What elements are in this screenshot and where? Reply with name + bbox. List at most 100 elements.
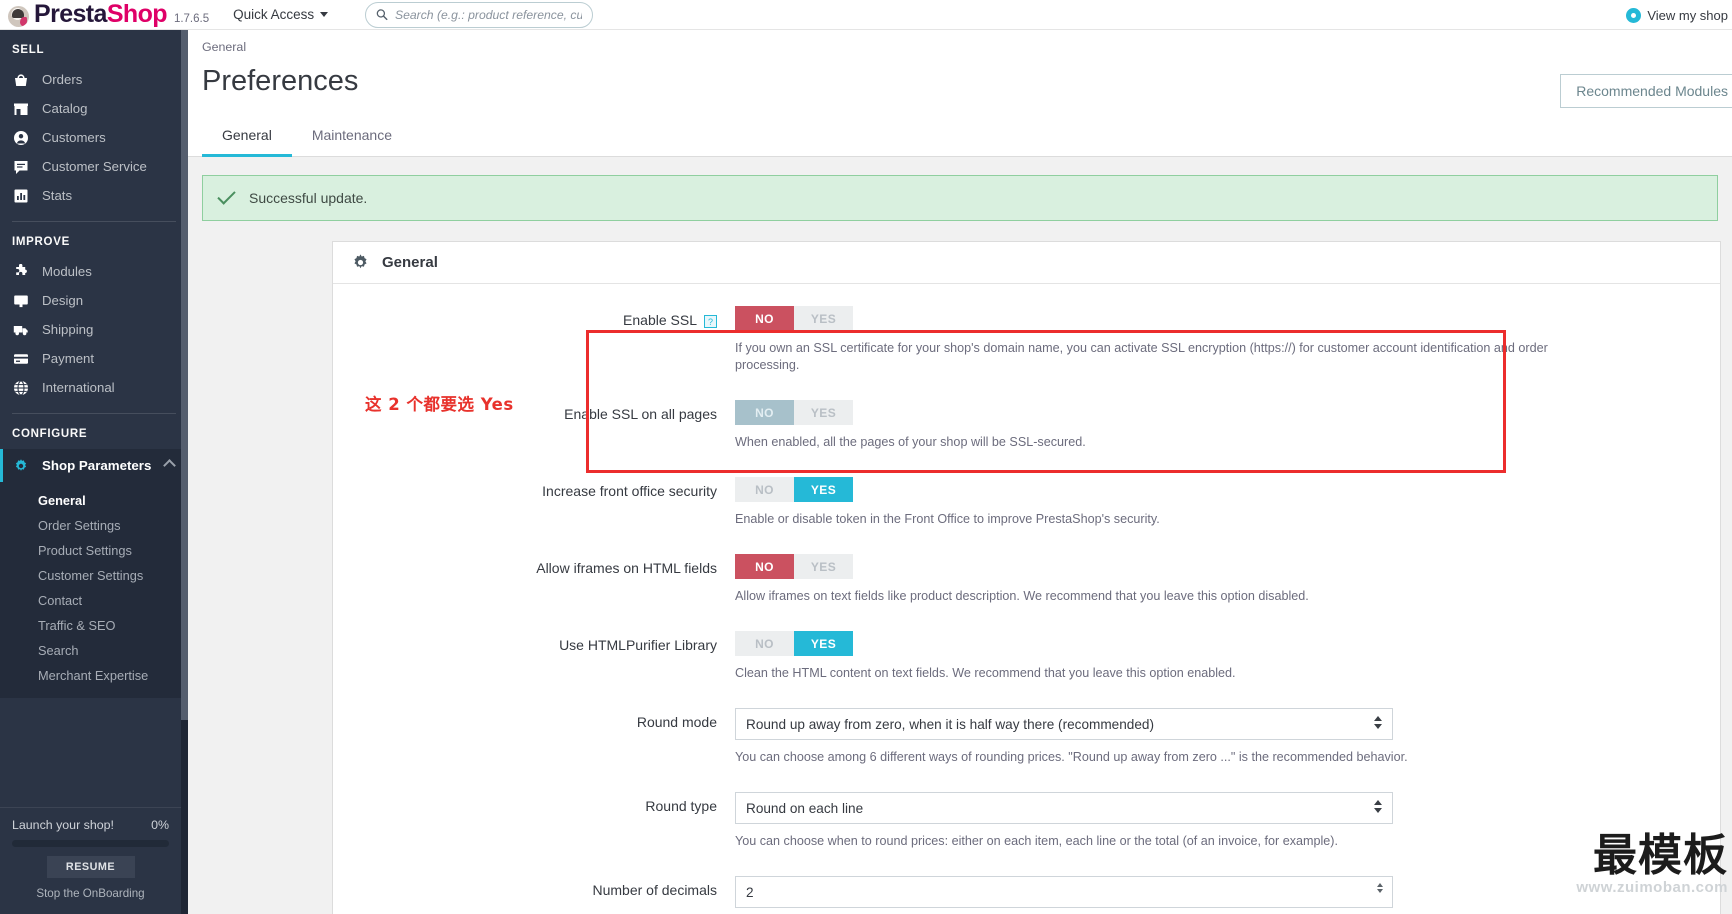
form-row-number-of-decimals: Number of decimals Choose how many decim… [333, 876, 1720, 914]
sidebar-item-shipping[interactable]: Shipping [0, 315, 188, 344]
main-content: General Preferences Recommended Modules … [188, 30, 1732, 914]
catalog-icon [12, 100, 29, 117]
modules-icon [12, 263, 29, 280]
search-input[interactable] [394, 7, 583, 22]
sidebar-label-modules: Modules [42, 264, 92, 279]
quick-access-label: Quick Access [233, 7, 315, 22]
switch-allow-iframes-html-fields[interactable]: NO YES [735, 554, 853, 579]
hint-enable-ssl: If you own an SSL certificate for your s… [735, 341, 1548, 372]
sidebar-item-design[interactable]: Design [0, 286, 188, 315]
switch-yes-increase-front-office-security[interactable]: YES [794, 477, 853, 502]
sidebar: SELL Orders Catalog Customers Customer S… [0, 30, 188, 914]
label-text-round-type: Round type [645, 798, 717, 814]
form-row-enable-ssl-all-pages: Enable SSL on all pages NO YES When enab… [333, 400, 1720, 451]
onboarding-progress-bar [12, 840, 169, 847]
recommended-modules-button[interactable]: Recommended Modules [1560, 74, 1732, 108]
panel-header: General [333, 242, 1720, 284]
help-icon[interactable]: ? [704, 315, 717, 328]
switch-increase-front-office-security[interactable]: NO YES [735, 477, 853, 502]
label-text-use-htmlpurifier-library: Use HTMLPurifier Library [559, 637, 717, 653]
form-row-round-mode: Round mode Round up away from zero, when… [333, 708, 1720, 766]
onboarding-stop-link[interactable]: Stop the OnBoarding [12, 887, 169, 900]
switch-no-enable-ssl[interactable]: NO [735, 306, 794, 331]
switch-no-increase-front-office-security[interactable]: NO [735, 477, 794, 502]
search-icon [376, 9, 388, 21]
hint-round-mode: You can choose among 6 different ways of… [735, 750, 1408, 764]
sidebar-subitem-customer-settings[interactable]: Customer Settings [0, 563, 188, 588]
switch-enable-ssl[interactable]: NO YES [735, 306, 853, 331]
form-row-allow-iframes-html-fields: Allow iframes on HTML fields NO YES Allo… [333, 554, 1720, 605]
global-search[interactable] [365, 1, 594, 28]
page-title: Preferences [202, 65, 359, 97]
general-settings-panel: General 这 2 个都要选 Yes Enable SSL ? NO YES [332, 241, 1721, 914]
sidebar-item-customer-service[interactable]: Customer Service [0, 152, 188, 181]
switch-no-allow-iframes-html-fields[interactable]: NO [735, 554, 794, 579]
switch-yes-allow-iframes-html-fields[interactable]: YES [794, 554, 853, 579]
sidebar-subitem-search[interactable]: Search [0, 638, 188, 663]
annotation-note-text: 这 2 个都要选 Yes [365, 395, 514, 414]
select-round-mode[interactable]: Round up away from zero, when it is half… [735, 708, 1393, 740]
success-alert: Successful update. [202, 175, 1718, 221]
chevron-up-icon[interactable] [163, 459, 176, 472]
label-text-number-of-decimals: Number of decimals [592, 882, 718, 898]
sidebar-item-catalog[interactable]: Catalog [0, 94, 188, 123]
sidebar-label-orders: Orders [42, 72, 83, 87]
view-my-shop-label: View my shop [1647, 7, 1728, 23]
label-text-enable-ssl: Enable SSL [623, 312, 697, 328]
label-use-htmlpurifier-library: Use HTMLPurifier Library [333, 631, 735, 682]
label-number-of-decimals: Number of decimals [333, 876, 735, 914]
view-my-shop-link[interactable]: View my shop [1626, 7, 1728, 23]
sidebar-item-international[interactable]: International [0, 373, 188, 402]
sidebar-item-shop-parameters[interactable]: Shop Parameters [0, 449, 188, 482]
switch-enable-ssl-all-pages[interactable]: NO YES [735, 400, 853, 425]
sidebar-scrollbar-track[interactable] [181, 30, 188, 914]
sidebar-item-modules[interactable]: Modules [0, 257, 188, 286]
logo-text-presta: Presta [34, 0, 107, 28]
sidebar-item-customers[interactable]: Customers [0, 123, 188, 152]
sidebar-subitem-traffic-seo[interactable]: Traffic & SEO [0, 613, 188, 638]
form-row-enable-ssl: Enable SSL ? NO YES If you own an SSL ce… [333, 306, 1720, 374]
sidebar-subitem-contact[interactable]: Contact [0, 588, 188, 613]
eye-icon [1626, 7, 1642, 23]
sidebar-subitem-order-settings[interactable]: Order Settings [0, 513, 188, 538]
sidebar-item-orders[interactable]: Orders [0, 65, 188, 94]
tab-general[interactable]: General [202, 114, 292, 157]
label-allow-iframes-html-fields: Allow iframes on HTML fields [333, 554, 735, 605]
customers-icon [12, 129, 29, 146]
sidebar-subitem-product-settings[interactable]: Product Settings [0, 538, 188, 563]
switch-yes-enable-ssl-all-pages[interactable]: YES [794, 400, 853, 425]
onboarding-label: Launch your shop! [12, 818, 114, 832]
switch-yes-use-htmlpurifier-library[interactable]: YES [794, 631, 853, 656]
panel-title: General [382, 254, 438, 271]
tab-maintenance[interactable]: Maintenance [292, 114, 412, 157]
sidebar-scrollbar-thumb[interactable] [181, 30, 188, 720]
switch-no-use-htmlpurifier-library[interactable]: NO [735, 631, 794, 656]
quick-access-menu[interactable]: Quick Access [233, 7, 329, 22]
sidebar-item-payment[interactable]: Payment [0, 344, 188, 373]
success-alert-text: Successful update. [249, 190, 368, 206]
stats-icon [12, 187, 29, 204]
onboarding-resume-button[interactable]: RESUME [46, 856, 135, 878]
sidebar-label-stats: Stats [42, 188, 73, 203]
prestashop-mascot-icon [8, 6, 29, 27]
field-increase-front-office-security: NO YES Enable or disable token in the Fr… [735, 477, 1720, 528]
sidebar-subitem-general[interactable]: General [0, 488, 188, 513]
sidebar-label-catalog: Catalog [42, 101, 88, 116]
sidebar-label-design: Design [42, 293, 84, 308]
tab-bar: General Maintenance [188, 114, 1732, 157]
label-text-allow-iframes-html-fields: Allow iframes on HTML fields [536, 560, 717, 576]
sidebar-label-customer-service: Customer Service [42, 159, 147, 174]
sidebar-subitem-merchant-expertise[interactable]: Merchant Expertise [0, 663, 188, 688]
switch-use-htmlpurifier-library[interactable]: NO YES [735, 631, 853, 656]
breadcrumb: General [202, 40, 247, 54]
orders-icon [12, 71, 29, 88]
page-header: General Preferences Recommended Modules [188, 30, 1732, 114]
switch-no-enable-ssl-all-pages[interactable]: NO [735, 400, 794, 425]
hint-allow-iframes-html-fields: Allow iframes on text fields like produc… [735, 589, 1309, 603]
select-round-type[interactable]: Round on each line [735, 792, 1393, 824]
input-number-of-decimals[interactable] [735, 876, 1393, 908]
sidebar-section-title-improve: IMPROVE [12, 236, 70, 248]
switch-yes-enable-ssl[interactable]: YES [794, 306, 853, 331]
sidebar-item-stats[interactable]: Stats [0, 181, 188, 210]
prestashop-logo[interactable]: PrestaShop 1.7.6.5 [8, 2, 209, 27]
